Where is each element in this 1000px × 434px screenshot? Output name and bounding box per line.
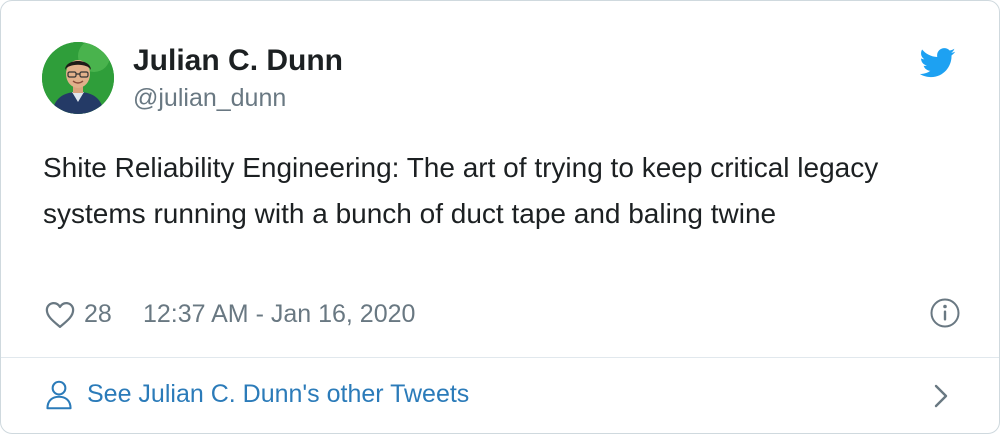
see-other-tweets-link[interactable]: See Julian C. Dunn's other Tweets (1, 358, 999, 433)
tweet-header: Julian C. Dunn @julian_dunn (42, 42, 962, 116)
tweet-meta: 28 12:37 AM - Jan 16, 2020 (43, 297, 963, 333)
heart-icon[interactable] (45, 301, 75, 329)
avatar-image (42, 42, 114, 114)
like-count[interactable]: 28 (84, 300, 112, 329)
author-handle[interactable]: @julian_dunn (133, 84, 286, 113)
tweet-card: Julian C. Dunn @julian_dunn Shite Reliab… (0, 0, 1000, 434)
tweet-text: Shite Reliability Engineering: The art o… (43, 152, 879, 229)
author-name[interactable]: Julian C. Dunn (133, 44, 343, 78)
tweet-timestamp[interactable]: 12:37 AM - Jan 16, 2020 (143, 300, 415, 329)
avatar[interactable] (42, 42, 114, 114)
twitter-bird-icon[interactable] (920, 48, 956, 78)
chevron-right-icon (934, 384, 948, 408)
see-other-tweets-label: See Julian C. Dunn's other Tweets (87, 380, 470, 408)
info-icon[interactable] (929, 297, 961, 329)
person-icon (46, 380, 72, 410)
